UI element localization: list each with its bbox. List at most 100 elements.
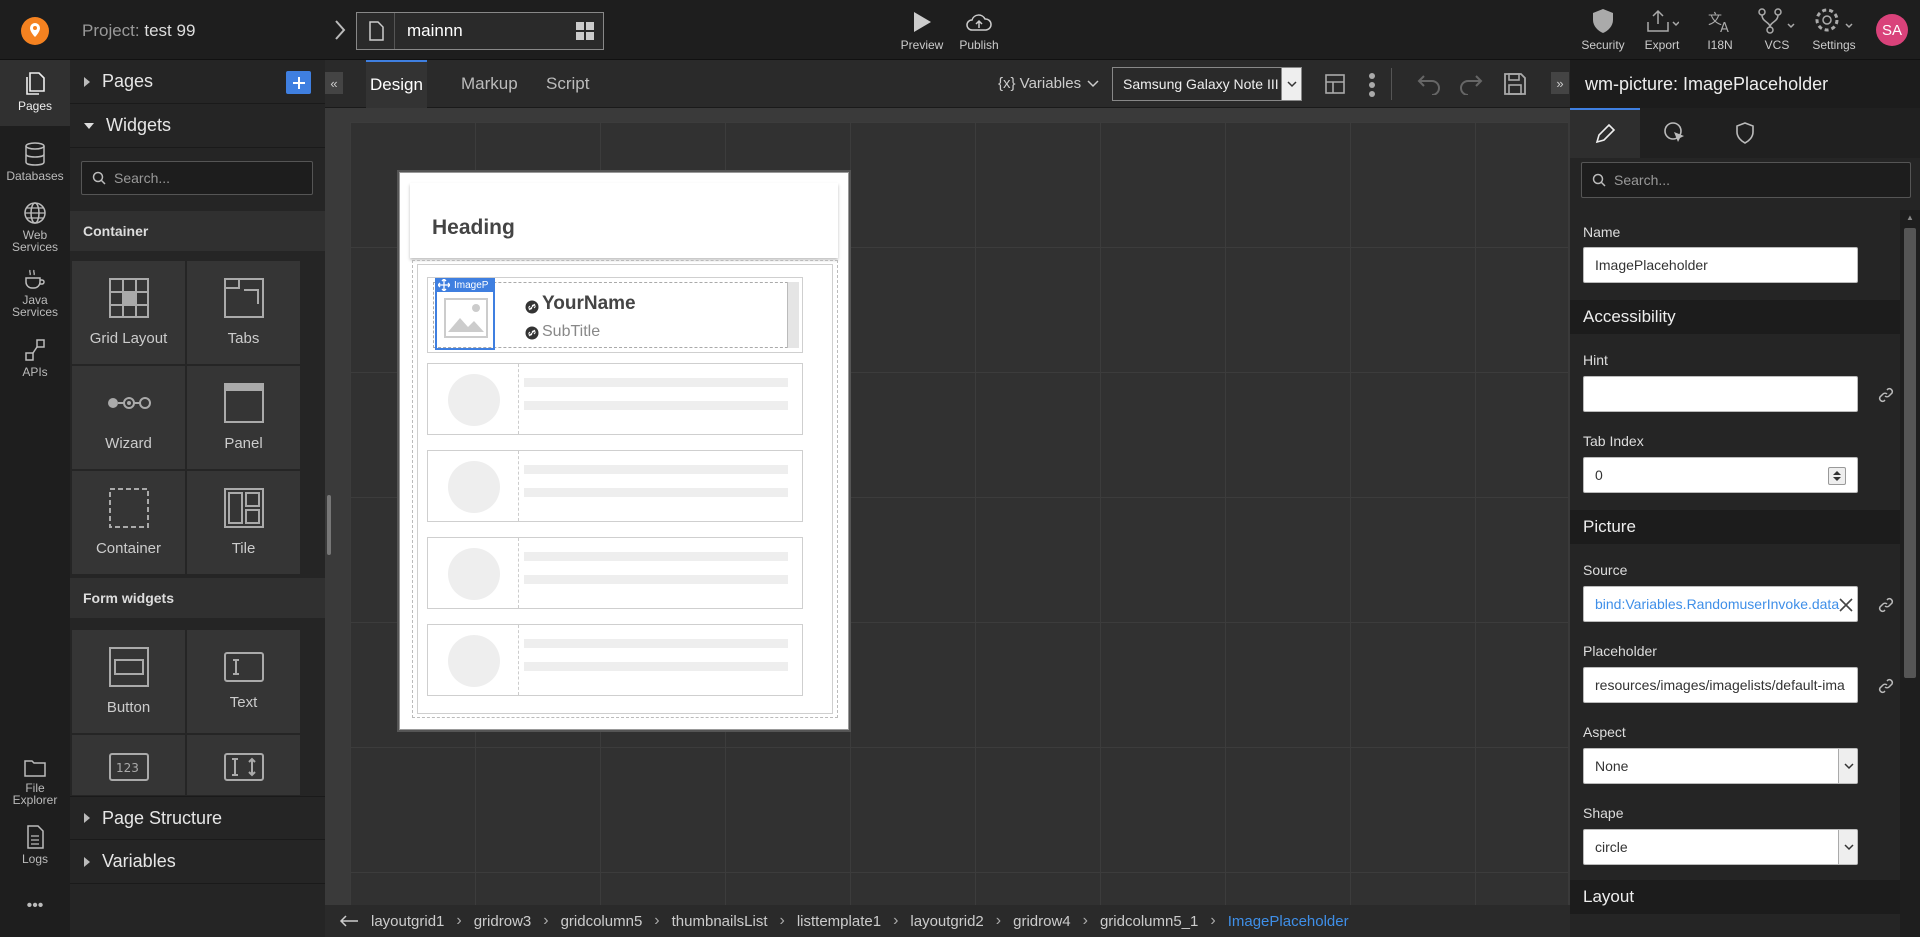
accessibility-section-header[interactable]: Accessibility: [1570, 300, 1900, 334]
breadcrumb-item[interactable]: gridrow4 ›: [1013, 912, 1100, 930]
widget-grid-layout[interactable]: Grid Layout: [72, 261, 185, 364]
breadcrumb-item-current[interactable]: ImagePlaceholder: [1228, 913, 1349, 930]
tab-design[interactable]: Design: [366, 60, 427, 108]
splitter-handle[interactable]: [327, 495, 331, 555]
device-select[interactable]: Samsung Galaxy Note III: [1112, 67, 1302, 101]
rail-more[interactable]: •••: [0, 898, 70, 914]
publish-button[interactable]: Publish: [954, 0, 1004, 52]
source-field-value: bind:Variables.RandomuserInvoke.data: [1595, 596, 1840, 612]
source-field[interactable]: bind:Variables.RandomuserInvoke.data: [1583, 586, 1858, 622]
image-placeholder[interactable]: ImageP: [435, 278, 495, 350]
more-vertical-icon[interactable]: [1368, 72, 1376, 98]
grid-icon[interactable]: [567, 21, 603, 41]
collapse-right-icon[interactable]: »: [1551, 72, 1569, 94]
scrollbar-thumb[interactable]: [1904, 228, 1916, 678]
page-structure-header[interactable]: Page Structure: [70, 796, 325, 840]
tab-events[interactable]: [1640, 108, 1710, 158]
layout-toggle-icon[interactable]: [1325, 74, 1345, 94]
breadcrumb-item[interactable]: thumbnailsList ›: [672, 912, 797, 930]
aspect-select[interactable]: None: [1583, 748, 1858, 784]
widget-panel[interactable]: Panel: [187, 366, 300, 469]
tab-properties[interactable]: [1570, 108, 1640, 158]
button-icon: [108, 647, 149, 687]
vcs-button[interactable]: VCS: [1756, 0, 1798, 52]
wavemaker-logo-icon[interactable]: [20, 16, 50, 46]
export-button[interactable]: Export: [1636, 0, 1688, 52]
rail-apis[interactable]: APIs: [0, 338, 70, 378]
undo-icon[interactable]: [1415, 73, 1441, 95]
device-preview[interactable]: Heading ImageP YourName SubTitle: [399, 172, 849, 730]
widget-text[interactable]: Text: [187, 630, 300, 733]
tabs-label: Tabs: [227, 330, 260, 347]
settings-label: Settings: [1812, 38, 1856, 52]
chevron-right-icon[interactable]: [334, 19, 346, 41]
pages-section-header[interactable]: Pages: [70, 60, 325, 104]
rail-logs[interactable]: Logs: [0, 825, 70, 865]
link-icon[interactable]: [1878, 597, 1894, 613]
security-button[interactable]: Security: [1578, 0, 1628, 52]
property-search-input[interactable]: Search...: [1581, 162, 1911, 198]
i18n-button[interactable]: 文A I18N: [1700, 0, 1740, 52]
save-icon[interactable]: [1503, 72, 1527, 96]
tab-security[interactable]: [1710, 108, 1780, 158]
tab-markup[interactable]: Markup: [461, 60, 518, 108]
link-icon[interactable]: [1878, 678, 1894, 694]
rail-web-services[interactable]: Web Services: [0, 201, 70, 253]
widget-search-input[interactable]: Search...: [81, 161, 313, 195]
shape-select[interactable]: circle: [1583, 829, 1858, 865]
page-header[interactable]: Heading: [410, 183, 838, 258]
widget-number[interactable]: 123: [72, 735, 185, 795]
list-item-skeleton[interactable]: [427, 363, 803, 435]
widget-wizard[interactable]: Wizard: [72, 366, 185, 469]
breadcrumb-item[interactable]: gridrow3 ›: [474, 912, 561, 930]
cloud-upload-icon: [966, 14, 992, 31]
widget-textarea[interactable]: [187, 735, 300, 795]
placeholder-field[interactable]: resources/images/imagelists/default-ima: [1583, 667, 1858, 703]
rail-databases[interactable]: Databases: [0, 142, 70, 182]
selection-badge[interactable]: ImageP: [435, 278, 495, 292]
collapse-left-icon[interactable]: «: [325, 72, 343, 94]
breadcrumb-item[interactable]: listtemplate1 ›: [797, 912, 911, 930]
settings-button[interactable]: Settings: [1808, 0, 1860, 52]
rail-pages[interactable]: Pages: [0, 72, 70, 112]
redo-icon[interactable]: [1459, 73, 1485, 95]
list-item-skeleton[interactable]: [427, 450, 803, 522]
page-selector[interactable]: mainnn: [356, 12, 604, 50]
clear-icon[interactable]: [1839, 598, 1853, 612]
user-avatar[interactable]: SA: [1876, 14, 1908, 46]
hint-field[interactable]: [1583, 376, 1858, 412]
tabindex-field[interactable]: 0: [1583, 457, 1858, 493]
widget-tabs[interactable]: Tabs: [187, 261, 300, 364]
widget-button[interactable]: Button: [72, 630, 185, 733]
widget-container[interactable]: Container: [72, 471, 185, 574]
name-field[interactable]: ImagePlaceholder: [1583, 247, 1858, 283]
skeleton-line: [524, 488, 788, 497]
variables-section-header[interactable]: Variables: [70, 840, 325, 884]
breadcrumb-item[interactable]: gridcolumn5_1 ›: [1100, 912, 1228, 930]
breadcrumb-item[interactable]: layoutgrid1 ›: [371, 912, 474, 930]
rail-file-explorer[interactable]: File Explorer: [0, 758, 70, 806]
add-page-button[interactable]: [286, 71, 311, 94]
rail-java-services[interactable]: Java Services: [0, 268, 70, 318]
breadcrumb-item[interactable]: gridcolumn5 ›: [561, 912, 672, 930]
picture-section-header[interactable]: Picture: [1570, 510, 1900, 544]
list-item-skeleton[interactable]: [427, 537, 803, 609]
breadcrumb-label: gridrow3: [473, 912, 532, 930]
widgets-section-header[interactable]: Widgets: [70, 104, 325, 148]
arrow-left-icon[interactable]: [339, 914, 359, 928]
number-stepper[interactable]: [1828, 467, 1846, 485]
layout-section-header[interactable]: Layout: [1570, 880, 1900, 914]
list-item-selected[interactable]: ImageP YourName SubTitle: [427, 277, 803, 353]
list-item-skeleton[interactable]: [427, 624, 803, 696]
row-resize-handle[interactable]: [787, 282, 799, 348]
svg-text:A: A: [1720, 21, 1729, 34]
scroll-up-icon[interactable]: ▲: [1900, 210, 1920, 224]
scrollbar-track[interactable]: ▲: [1900, 210, 1920, 937]
tab-script[interactable]: Script: [546, 60, 589, 108]
breadcrumb-item[interactable]: layoutgrid2 ›: [910, 912, 1013, 930]
variables-dropdown[interactable]: {x} Variables: [998, 75, 1099, 92]
skeleton-line: [524, 662, 788, 671]
widget-tile[interactable]: Tile: [187, 471, 300, 574]
preview-button[interactable]: Preview: [898, 0, 946, 52]
link-icon[interactable]: [1878, 387, 1894, 403]
